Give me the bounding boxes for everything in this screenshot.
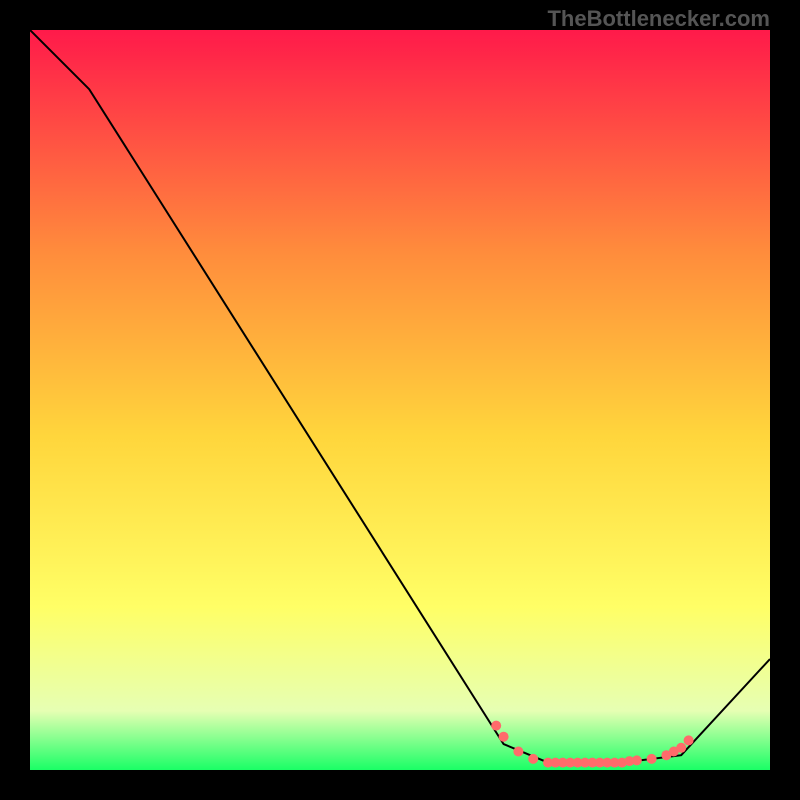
marker-dot bbox=[513, 747, 523, 757]
chart-plot-area bbox=[30, 30, 770, 770]
marker-dot bbox=[684, 735, 694, 745]
marker-dot bbox=[491, 721, 501, 731]
watermark-text: TheBottlenecker.com bbox=[547, 6, 770, 32]
gradient-background bbox=[30, 30, 770, 770]
marker-dot bbox=[647, 754, 657, 764]
marker-dot bbox=[499, 732, 509, 742]
marker-dot bbox=[632, 755, 642, 765]
chart-svg bbox=[30, 30, 770, 770]
marker-dot bbox=[528, 754, 538, 764]
marker-dot bbox=[676, 743, 686, 753]
